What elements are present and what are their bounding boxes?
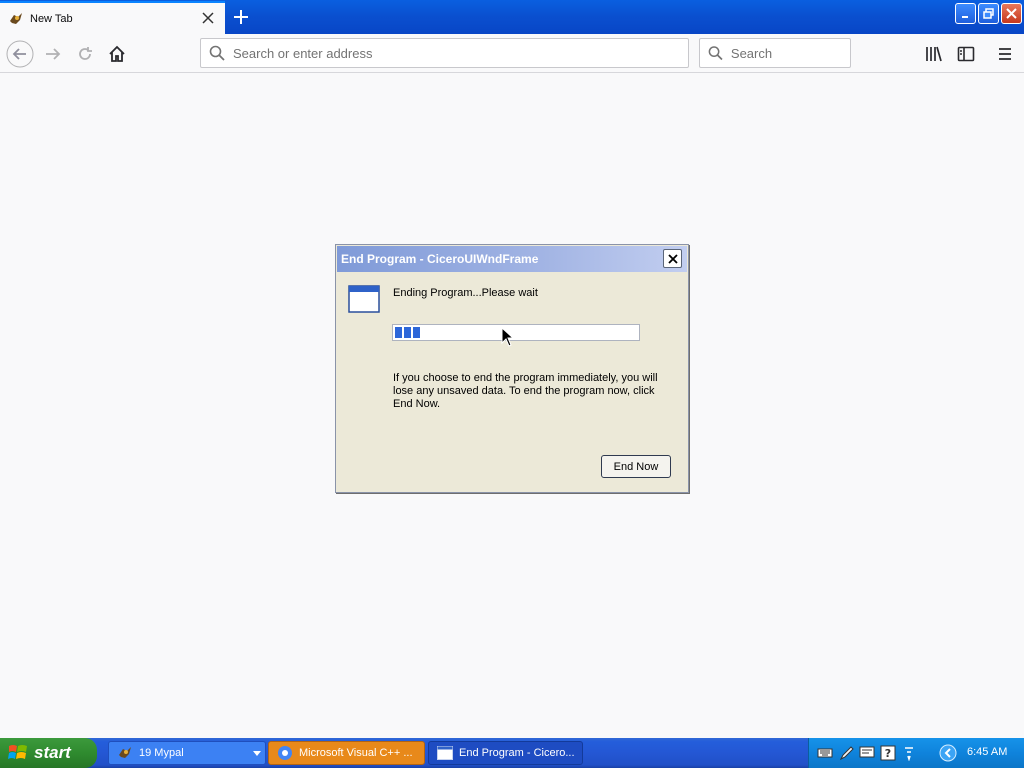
taskbar-item-label: 19 Mypal	[139, 747, 184, 759]
end-now-button[interactable]: End Now	[601, 455, 671, 478]
end-program-progress-bar	[392, 324, 640, 341]
progress-block	[404, 327, 411, 338]
progress-block	[395, 327, 402, 338]
mypal-favicon-icon	[10, 12, 22, 24]
reload-button[interactable]	[71, 40, 99, 68]
window-minimize-button[interactable]	[955, 3, 976, 24]
help-icon[interactable]: ?	[880, 745, 896, 761]
program-window-icon	[348, 285, 380, 313]
show-hidden-icons-button[interactable]	[939, 744, 957, 762]
library-button[interactable]	[920, 40, 948, 68]
search-input[interactable]	[730, 45, 850, 61]
library-icon	[926, 46, 942, 62]
search-bar[interactable]	[699, 38, 851, 68]
dialog-title-bar[interactable]: End Program - CiceroUIWndFrame	[337, 246, 687, 272]
keyboard-icon[interactable]	[817, 745, 833, 761]
progress-bar-fill	[395, 327, 637, 338]
forward-button[interactable]	[39, 40, 67, 68]
taskbar-item-label: End Program - Cicero...	[459, 747, 575, 759]
program-window-icon	[437, 746, 453, 760]
navigation-toolbar	[0, 34, 1024, 73]
pen-icon[interactable]	[839, 745, 855, 761]
sidebar-button[interactable]	[952, 40, 980, 68]
home-icon	[109, 45, 125, 62]
window-restore-button[interactable]	[978, 3, 999, 24]
browser-icon	[278, 746, 292, 760]
dialog-title: End Program - CiceroUIWndFrame	[341, 252, 539, 266]
svg-text:?: ?	[885, 747, 891, 760]
url-input[interactable]	[233, 45, 665, 61]
dialog-close-button[interactable]	[663, 249, 682, 268]
progress-block	[413, 327, 420, 338]
search-icon	[209, 45, 225, 61]
tab-close-icon[interactable]	[199, 9, 217, 27]
start-label: start	[34, 743, 71, 762]
window-close-button[interactable]	[1001, 3, 1022, 24]
back-button[interactable]	[6, 40, 34, 68]
tab-new-tab[interactable]: New Tab	[0, 1, 225, 34]
sidebar-icon	[957, 46, 975, 62]
url-bar[interactable]	[200, 38, 689, 68]
taskbar-item-end-program[interactable]: End Program - Cicero...	[428, 741, 583, 765]
language-bar-icon[interactable]	[859, 745, 875, 761]
taskbar: start 19 Mypal Microsoft Visual C++ ... …	[0, 738, 1024, 768]
tab-title: New Tab	[30, 12, 73, 25]
search-icon	[708, 46, 723, 61]
mouse-cursor-icon	[501, 327, 515, 347]
home-button[interactable]	[103, 40, 131, 68]
taskbar-item-mypal[interactable]: 19 Mypal	[108, 741, 266, 765]
dialog-warning-text: If you choose to end the program immedia…	[393, 372, 658, 410]
end-program-dialog: End Program - CiceroUIWndFrame Ending Pr…	[335, 244, 689, 493]
group-dropdown-icon	[253, 751, 261, 756]
taskbar-item-visual-cpp[interactable]: Microsoft Visual C++ ...	[268, 741, 425, 765]
options-icon[interactable]	[901, 745, 917, 761]
hamburger-menu-icon	[999, 48, 1011, 60]
taskbar-item-label: Microsoft Visual C++ ...	[299, 747, 413, 759]
start-button[interactable]: start	[0, 738, 97, 768]
browser-tab-bar: New Tab	[0, 0, 1024, 34]
system-tray: ? 6:45 AM	[808, 738, 1024, 768]
windows-logo-icon	[8, 745, 27, 759]
forward-arrow-icon	[46, 48, 61, 60]
reload-icon	[79, 47, 92, 60]
dialog-status-message: Ending Program...Please wait	[393, 287, 538, 299]
close-icon	[667, 253, 678, 264]
menu-button[interactable]	[991, 40, 1019, 68]
taskbar-clock: 6:45 AM	[967, 746, 1008, 758]
mypal-icon	[119, 747, 131, 758]
back-arrow-icon	[6, 40, 34, 68]
new-tab-button[interactable]	[228, 4, 254, 30]
